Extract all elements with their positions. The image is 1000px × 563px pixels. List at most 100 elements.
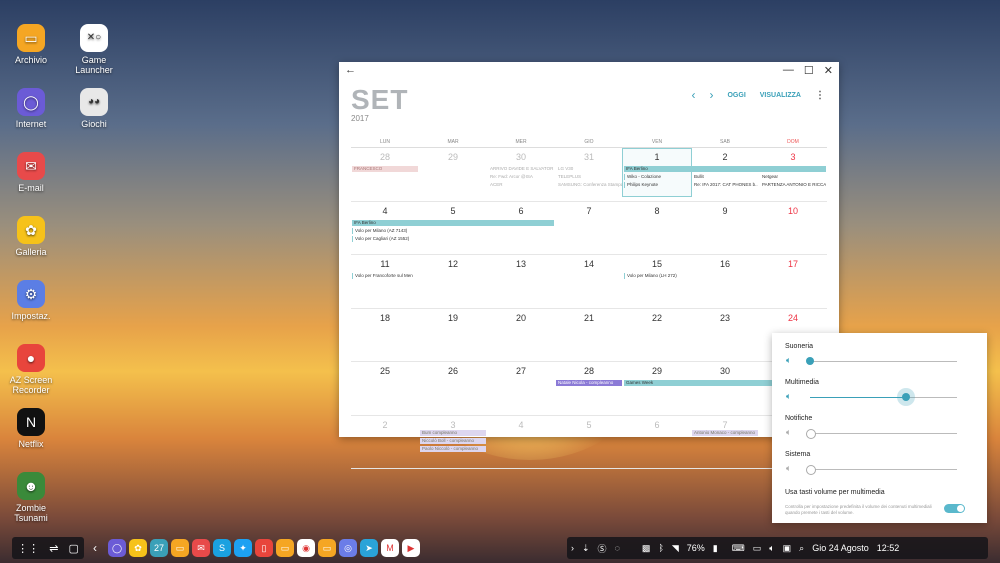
twitter-icon[interactable]: ✦ (234, 539, 252, 557)
day-number[interactable]: 1 (623, 152, 691, 162)
minimize-icon[interactable]: — (783, 64, 794, 77)
day-number[interactable]: 29 (623, 366, 691, 376)
desktop-icon[interactable]: ✉ E-mail (1, 152, 61, 193)
desktop-icon[interactable]: ✕○ Game Launcher (64, 24, 124, 75)
day-number[interactable]: 27 (487, 366, 555, 376)
play-store-icon[interactable]: ▶ (402, 539, 420, 557)
day-number[interactable]: 30 (487, 152, 555, 162)
day-number[interactable]: 21 (555, 313, 623, 323)
folder-icon[interactable]: ▭ (276, 539, 294, 557)
desktop-icon[interactable]: ◕◕ Giochi (64, 88, 124, 129)
day-number[interactable]: 23 (691, 313, 759, 323)
calendar-event[interactable]: SAMSUNG: Conferenza Stampa (556, 182, 622, 188)
taskbar-back-icon[interactable]: ‹ (93, 541, 97, 555)
day-number[interactable]: 16 (691, 259, 759, 269)
desktop-icon[interactable]: ◯ Internet (1, 88, 61, 129)
day-number[interactable]: 6 (623, 420, 691, 430)
whatsapp-notify-icon[interactable]: ◌ (615, 543, 620, 553)
calendar-event[interactable]: Natale Nicola - compleanno (556, 380, 622, 386)
desktop-icon[interactable]: ✿ Galleria (1, 216, 61, 257)
calendar-event[interactable]: Volo per Cagliari (AZ 1552) (352, 235, 419, 242)
volume-icon[interactable]: 🔈︎ (769, 543, 774, 554)
day-number[interactable]: 3 (419, 420, 487, 430)
desktop-icon[interactable]: ☻ Zombie Tsunami (1, 472, 61, 523)
day-number[interactable]: 5 (555, 420, 623, 430)
gmail-icon[interactable]: M (381, 539, 399, 557)
calendar-event[interactable]: Re: IFA 2017: CAT PHONES b... (692, 182, 758, 188)
volume-slider[interactable] (806, 465, 957, 475)
desktop-icon[interactable]: ⚙ Impostaz. (1, 280, 61, 321)
tablet-icon[interactable]: ▭ (753, 543, 762, 554)
desktop-icon[interactable]: ● AZ Screen Recorder (1, 344, 61, 395)
day-number[interactable]: 8 (623, 206, 691, 216)
screenshot-icon[interactable]: ▣ (783, 543, 792, 554)
prev-month-icon[interactable]: ‹ (691, 88, 695, 102)
apps-grid-icon[interactable]: ⋮⋮ (17, 542, 39, 555)
speaker-icon[interactable]: 🔈︎ (786, 463, 791, 474)
day-number[interactable]: 29 (419, 152, 487, 162)
day-number[interactable]: 19 (419, 313, 487, 323)
calendar-event[interactable]: IFA Berlino (352, 219, 554, 226)
calendar-event[interactable]: IFA Berlino (624, 166, 826, 172)
recent-apps-icon[interactable]: ⇌ (49, 542, 58, 555)
day-number[interactable]: 10 (759, 206, 827, 216)
day-number[interactable]: 25 (351, 366, 419, 376)
day-number[interactable]: 3 (759, 152, 827, 162)
more-options-icon[interactable]: ⋮ (815, 90, 825, 101)
chrome-icon[interactable]: ◉ (297, 539, 315, 557)
day-number[interactable]: 2 (351, 420, 419, 430)
speaker-icon[interactable]: 🔈︎ (786, 355, 791, 366)
close-icon[interactable]: ✕ (824, 64, 833, 77)
recorder-icon[interactable]: ▯ (255, 539, 273, 557)
speaker-icon[interactable]: 🔈︎ (786, 427, 791, 438)
calendar-event[interactable]: Paolo Niccolò - compleanno (420, 445, 486, 452)
gallery-icon[interactable]: ✿ (129, 539, 147, 557)
day-number[interactable]: 20 (487, 313, 555, 323)
folder-icon[interactable]: ▭ (318, 539, 336, 557)
camera-icon[interactable]: ◎ (339, 539, 357, 557)
day-number[interactable]: 9 (691, 206, 759, 216)
day-number[interactable]: 22 (623, 313, 691, 323)
slider-knob[interactable] (901, 393, 910, 401)
mail-icon[interactable]: ✉ (192, 539, 210, 557)
calendar-event[interactable]: ARRIVO DAVIDE E SALVATOR (488, 166, 554, 172)
calendar-event[interactable]: Re: Fwd: Arcor @ISA (488, 174, 554, 180)
calendar-event[interactable]: ACER (488, 182, 554, 188)
calendar-event[interactable]: Volo per Francoforte sul Men (352, 273, 419, 279)
day-number[interactable]: 6 (487, 206, 555, 216)
volume-slider[interactable] (810, 393, 957, 401)
day-number[interactable]: 5 (419, 206, 487, 216)
expand-icon[interactable]: › (571, 543, 574, 553)
day-number[interactable]: 7 (691, 420, 759, 430)
calendar-icon[interactable]: 27 (150, 539, 168, 557)
slider-knob[interactable] (806, 429, 816, 439)
day-number[interactable]: 13 (487, 259, 555, 269)
skype-icon[interactable]: S (213, 539, 231, 557)
home-icon[interactable]: ▢ (69, 542, 79, 555)
calendar-event[interactable]: Philips Keynote (624, 182, 691, 188)
calendar-event[interactable]: LG V30 (556, 166, 622, 172)
calendar-event[interactable]: Bum compleanno (420, 429, 486, 436)
volume-slider[interactable] (806, 429, 957, 439)
next-month-icon[interactable]: › (709, 88, 713, 102)
day-number[interactable]: 31 (555, 152, 623, 162)
search-icon[interactable]: ⌕ (799, 543, 804, 554)
slider-knob[interactable] (806, 465, 816, 475)
calendar-event[interactable]: Bullit (692, 174, 758, 180)
day-number[interactable]: 4 (351, 206, 419, 216)
calendar-event[interactable]: Wiko - Colazione (624, 174, 691, 180)
maximize-icon[interactable]: ☐ (804, 64, 814, 77)
day-number[interactable]: 14 (555, 259, 623, 269)
calendar-event[interactable]: TELEPLUS (556, 174, 622, 180)
day-number[interactable]: 11 (351, 259, 419, 269)
day-number[interactable]: 2 (691, 152, 759, 162)
day-number[interactable]: 7 (555, 206, 623, 216)
desktop-icon[interactable]: N Netflix (1, 408, 61, 449)
speaker-icon[interactable]: 🔈︎ (786, 391, 791, 402)
calendar-event[interactable]: Netgear (760, 174, 826, 180)
calendar-event[interactable]: Volo per Milano (LH 272) (624, 273, 691, 279)
internet-icon[interactable]: ◯ (108, 539, 126, 557)
day-number[interactable]: 17 (759, 259, 827, 269)
telegram-icon[interactable]: ➤ (360, 539, 378, 557)
volume-keys-toggle[interactable] (944, 504, 965, 513)
